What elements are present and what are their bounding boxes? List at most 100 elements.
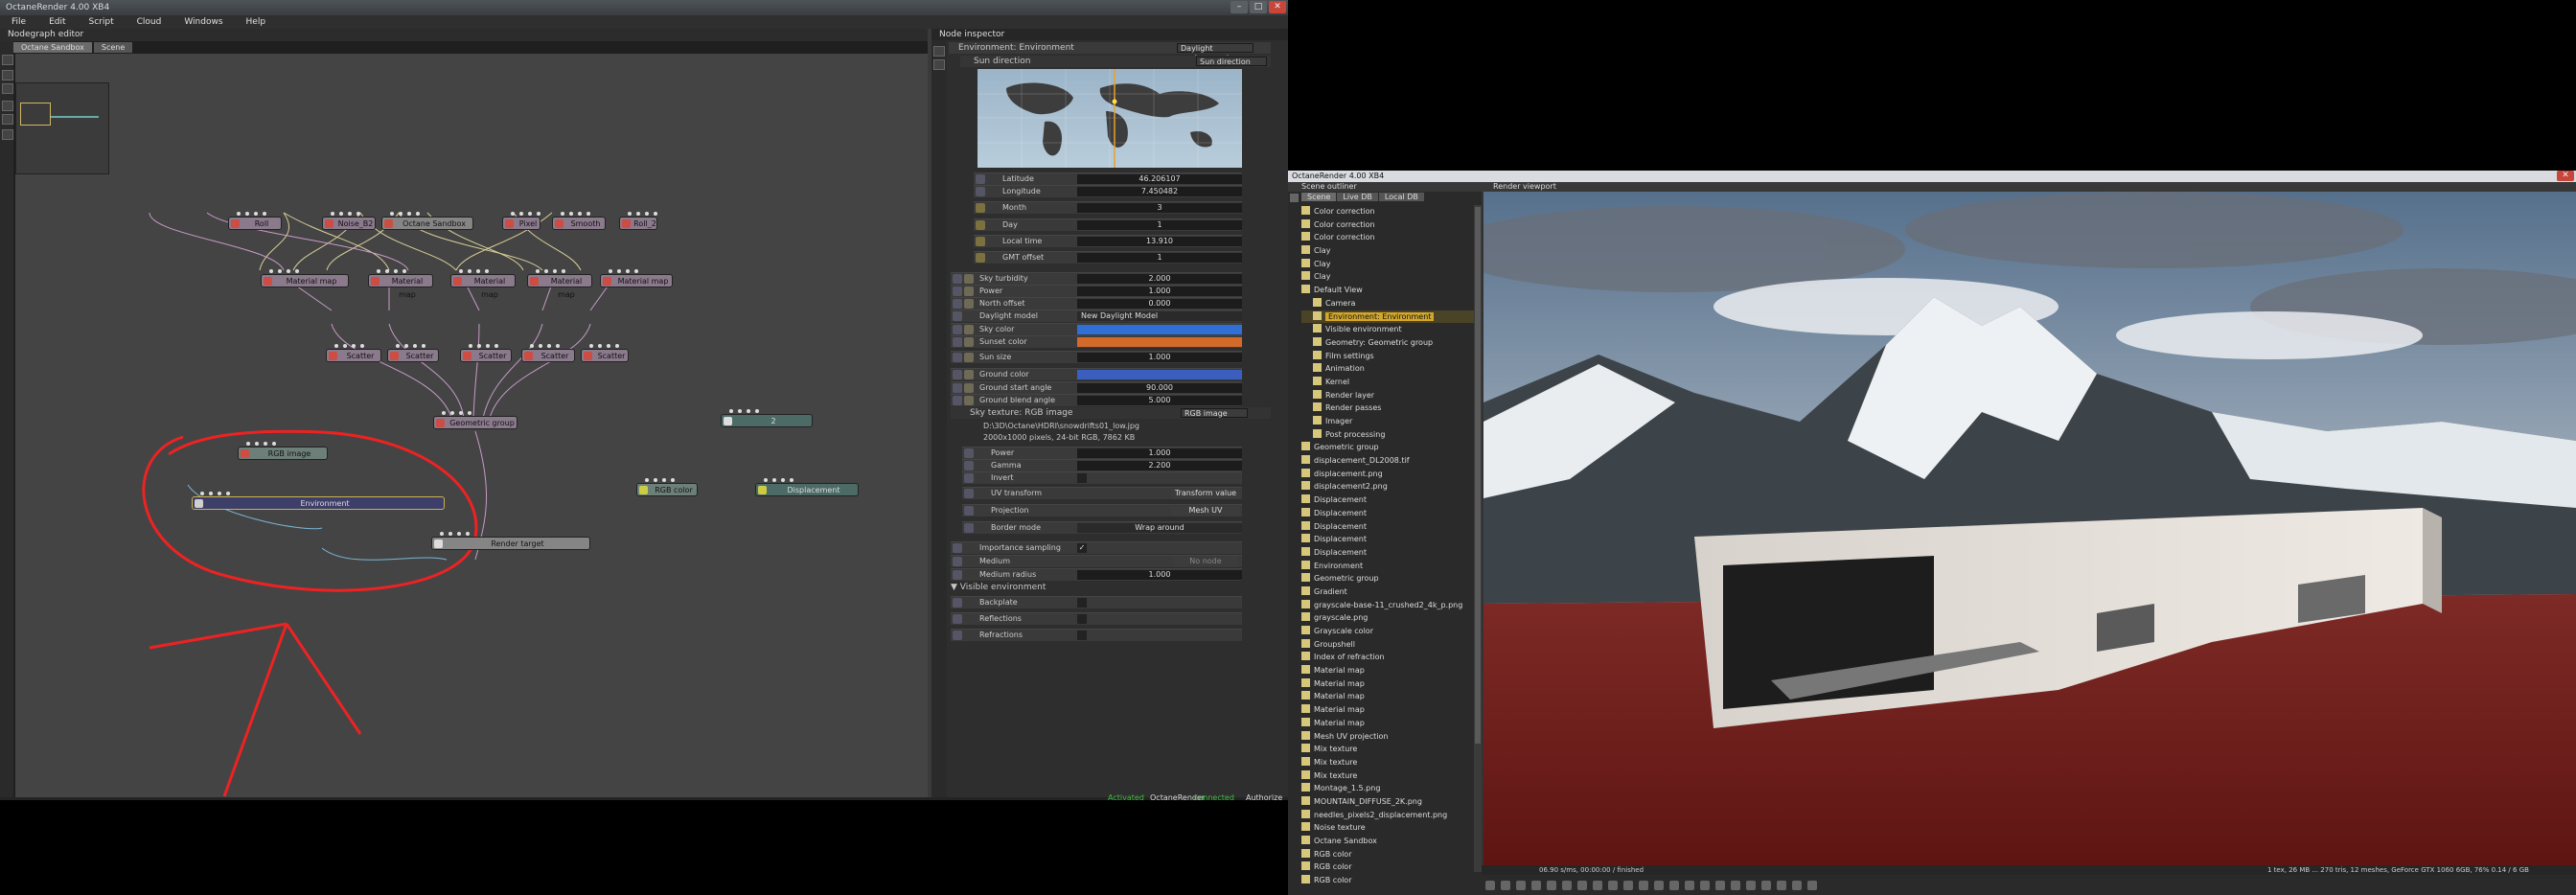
param-row-tex-power[interactable]: Power 1.000: [962, 447, 1242, 459]
material-picker-icon[interactable]: [1639, 880, 1648, 890]
node-scatter[interactable]: Scatter: [521, 344, 575, 362]
sun-direction-dropdown[interactable]: Sun direction: [1196, 57, 1267, 66]
input-pin[interactable]: [617, 269, 621, 273]
node-displacement[interactable]: Displacement: [755, 478, 859, 496]
node-render-target[interactable]: Render target: [431, 532, 590, 550]
input-pin[interactable]: [569, 212, 573, 216]
input-pin[interactable]: [442, 411, 446, 415]
input-pin[interactable]: [416, 212, 420, 216]
month-input[interactable]: 3: [1077, 203, 1242, 213]
input-pin[interactable]: [440, 532, 444, 536]
input-pin[interactable]: [339, 212, 343, 216]
outliner-item[interactable]: needles_pixels2_displacement.png: [1301, 809, 1474, 822]
input-pin[interactable]: [246, 442, 250, 446]
outliner-item[interactable]: Octane Sandbox: [1301, 835, 1474, 848]
outliner-item[interactable]: Default View: [1301, 284, 1474, 297]
param-row-backplate[interactable]: Backplate: [951, 596, 1242, 608]
input-pin[interactable]: [615, 344, 619, 348]
input-pin[interactable]: [547, 344, 551, 348]
input-pin[interactable]: [407, 212, 411, 216]
outliner-item[interactable]: Film settings: [1301, 350, 1474, 363]
menu-help[interactable]: Help: [235, 17, 278, 27]
clay-mode-icon[interactable]: [1700, 880, 1710, 890]
param-row-month[interactable]: Month 3: [974, 201, 1242, 214]
param-row-projection[interactable]: Projection Mesh UV: [962, 504, 1242, 516]
outliner-item[interactable]: Environment: Environment: [1301, 310, 1474, 324]
input-pin[interactable]: [390, 212, 394, 216]
outliner-scrollbar[interactable]: [1474, 205, 1482, 872]
outliner-item[interactable]: Geometric group: [1301, 572, 1474, 585]
tool-icon[interactable]: [2, 83, 13, 94]
outliner-item[interactable]: Environment: [1301, 560, 1474, 573]
input-pin[interactable]: [519, 212, 523, 216]
ground-color-swatch[interactable]: [1077, 370, 1242, 379]
input-pin[interactable]: [254, 212, 258, 216]
subsample-icon[interactable]: [1715, 880, 1725, 890]
param-row-medium-radius[interactable]: Medium radius 1.000: [951, 568, 1242, 581]
param-row-importance-sampling[interactable]: Importance sampling ✓: [951, 541, 1242, 554]
outliner-item[interactable]: Kernel: [1301, 376, 1474, 389]
input-pin[interactable]: [598, 344, 602, 348]
input-pin[interactable]: [226, 492, 230, 495]
outliner-item[interactable]: Clay: [1301, 258, 1474, 271]
outliner-item[interactable]: Displacement: [1301, 493, 1474, 507]
input-pin[interactable]: [448, 532, 452, 536]
input-pin[interactable]: [237, 212, 241, 216]
node-octane-sandbox[interactable]: Octane Sandbox: [381, 212, 473, 230]
scale-icon[interactable]: [1777, 880, 1786, 890]
input-pin[interactable]: [494, 344, 498, 348]
outliner-item[interactable]: displacement.png: [1301, 468, 1474, 481]
outliner-item[interactable]: Displacement: [1301, 546, 1474, 560]
input-pin[interactable]: [626, 269, 630, 273]
scrollbar-thumb[interactable]: [1475, 207, 1481, 744]
input-pin[interactable]: [469, 344, 472, 348]
outliner-item[interactable]: Post processing: [1301, 428, 1474, 442]
input-pin[interactable]: [755, 409, 759, 413]
outliner-item[interactable]: Displacement: [1301, 507, 1474, 520]
outliner-item[interactable]: Camera: [1301, 297, 1474, 310]
focus-icon[interactable]: [1608, 880, 1618, 890]
rotate-icon[interactable]: [1761, 880, 1771, 890]
input-pin[interactable]: [607, 344, 610, 348]
outliner-item[interactable]: Render layer: [1301, 389, 1474, 402]
input-pin[interactable]: [511, 212, 515, 216]
outliner-item[interactable]: Material map: [1301, 664, 1474, 677]
node-geometric-group[interactable]: Geometric group: [433, 411, 518, 429]
input-pin[interactable]: [334, 344, 338, 348]
outliner-item[interactable]: displacement2.png: [1301, 480, 1474, 493]
node-scatter[interactable]: Scatter: [460, 344, 512, 362]
outliner-item[interactable]: Mix texture: [1301, 743, 1474, 756]
node-smooth[interactable]: Smooth: [552, 212, 606, 230]
outliner-item[interactable]: Displacement: [1301, 520, 1474, 534]
world-icon[interactable]: [1792, 880, 1802, 890]
input-pin[interactable]: [413, 344, 417, 348]
menu-cloud[interactable]: Cloud: [126, 17, 173, 27]
input-pin[interactable]: [729, 409, 733, 413]
outliner-item[interactable]: Color correction: [1301, 218, 1474, 232]
restart-icon[interactable]: [1516, 880, 1526, 890]
node-scatter[interactable]: Scatter: [326, 344, 381, 362]
sky-texture-dropdown[interactable]: RGB image: [1181, 408, 1248, 418]
input-pin[interactable]: [477, 344, 481, 348]
reset-icon[interactable]: [1485, 880, 1495, 890]
outliner-item[interactable]: Imager: [1301, 415, 1474, 428]
outliner-item[interactable]: Render passes: [1301, 402, 1474, 415]
input-pin[interactable]: [399, 212, 402, 216]
input-pin[interactable]: [662, 478, 666, 482]
node-value-box[interactable]: 2: [721, 409, 813, 427]
node-material-map[interactable]: Material map: [261, 269, 349, 287]
param-row-reflections[interactable]: Reflections: [951, 612, 1242, 625]
param-row-local-time[interactable]: Local time 13.910: [974, 235, 1242, 247]
outliner-item[interactable]: Montage_1.5.png: [1301, 782, 1474, 795]
input-pin[interactable]: [402, 269, 406, 273]
outliner-item[interactable]: Mix texture: [1301, 769, 1474, 783]
outliner-item[interactable]: Color correction: [1301, 205, 1474, 218]
input-pin[interactable]: [209, 492, 213, 495]
input-pin[interactable]: [781, 478, 785, 482]
input-pin[interactable]: [561, 212, 564, 216]
param-row-gmt-offset[interactable]: GMT offset 1: [974, 251, 1242, 264]
node-scatter[interactable]: Scatter: [581, 344, 629, 362]
param-row-daylight-model[interactable]: Daylight model New Daylight Model: [951, 310, 1242, 322]
input-pin[interactable]: [348, 212, 352, 216]
param-row-uv-transform[interactable]: UV transform Transform value: [962, 487, 1242, 499]
